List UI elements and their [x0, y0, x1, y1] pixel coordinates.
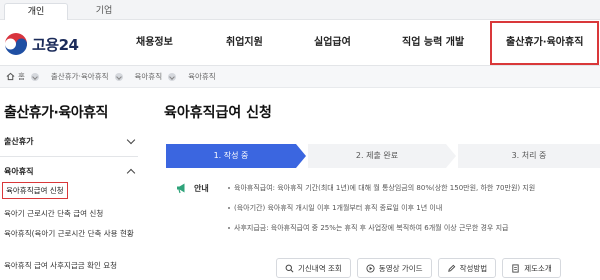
- progress-steps: 1. 작성 중 2. 제출 완료 3. 처리 중: [166, 144, 600, 168]
- breadcrumb-item[interactable]: 육아휴직: [188, 71, 216, 82]
- video-guide-button[interactable]: 동영상 가이드: [356, 258, 432, 278]
- play-circle-icon: [366, 263, 375, 273]
- breadcrumb-home[interactable]: 홈: [6, 71, 39, 82]
- taegeuk-logo-icon: [5, 33, 27, 55]
- user-type-tabs: 개인 기업: [0, 0, 600, 20]
- side-navigation: 출산휴가·육아휴직 출산휴가 육아휴직 육아휴직급여 신청 육아기 근로시간 단…: [0, 88, 138, 280]
- info-line: (육아기간) 육아휴직 개시일 이후 1개월부터 휴직 종료일 이후 1년 이내: [228, 203, 442, 213]
- breadcrumb-item[interactable]: 출산휴가·육아휴직: [51, 71, 123, 82]
- gnb-vocational-training[interactable]: 직업 능력 개발: [402, 20, 464, 66]
- chevron-down-icon: [126, 135, 136, 145]
- step-submitted: 2. 제출 완료: [308, 144, 446, 168]
- site-logo[interactable]: 고용24: [4, 32, 79, 56]
- gnb-employment-support[interactable]: 취업지원: [226, 20, 263, 66]
- gnb-maternity-parental-leave[interactable]: 출산휴가·육아휴직: [490, 21, 600, 65]
- history-lookup-button[interactable]: 기신내역 조회: [276, 258, 351, 278]
- logo-text: 고용24: [32, 35, 79, 54]
- side-menu-maternity-leave[interactable]: 출산휴가: [4, 135, 138, 147]
- pencil-icon: [447, 264, 455, 272]
- breadcrumb: 홈 출산휴가·육아휴직 육아휴직 육아휴직: [0, 66, 600, 88]
- home-icon: [6, 72, 15, 81]
- info-label: 안내: [176, 182, 209, 194]
- chevron-down-icon[interactable]: [114, 72, 123, 81]
- site-header: 고용24 채용정보 취업지원 실업급여 직업 능력 개발 출산휴가·육아휴직: [0, 20, 600, 66]
- tab-business[interactable]: 기업: [72, 3, 136, 20]
- info-box: 안내 육아휴직급여: 육아휴직 기간(최대 1년)에 대해 월 통상임금의 80…: [166, 176, 600, 262]
- search-icon: [285, 264, 294, 272]
- step-writing: 1. 작성 중: [166, 144, 296, 168]
- divider: [0, 156, 138, 157]
- page-title: 육아휴직급여 신청: [164, 105, 272, 121]
- info-line: 육아휴직급여: 육아휴직 기간(최대 1년)에 대해 월 통상임금의 80%(상…: [228, 183, 535, 193]
- how-to-write-button[interactable]: 작성방법: [437, 258, 497, 278]
- side-sub-usage-status[interactable]: 육아휴직(육아기 근로시간 단축 사용 현황: [4, 228, 134, 239]
- side-sub-parental-benefit-apply[interactable]: 육아휴직급여 신청: [2, 182, 68, 199]
- main-content: 육아휴직급여 신청 1. 작성 중 2. 제출 완료 3. 처리 중 안내 육아…: [158, 88, 600, 280]
- step-processing: 3. 처리 중: [458, 144, 600, 168]
- side-title: 출산휴가·육아휴직: [4, 105, 108, 121]
- document-icon: [512, 263, 519, 273]
- breadcrumb-item[interactable]: 육아휴직: [135, 71, 177, 82]
- side-sub-deferred-payment[interactable]: 육아휴직 급여 사후지급금 확인 요청: [4, 260, 117, 271]
- gnb-job-info[interactable]: 채용정보: [136, 20, 173, 66]
- tab-personal[interactable]: 개인: [4, 3, 68, 20]
- chevron-up-icon: [126, 168, 136, 178]
- step-arrow-icon: [446, 144, 456, 168]
- gnb-unemployment-benefit[interactable]: 실업급여: [314, 20, 351, 66]
- side-menu-parental-leave[interactable]: 육아휴직: [4, 166, 138, 178]
- footer-actions: 기신내역 조회 동영상 가이드 작성방법 제도소개: [276, 258, 600, 280]
- step-arrow-icon: [296, 144, 306, 168]
- breadcrumb-separator-icon: [30, 72, 39, 81]
- chevron-down-icon[interactable]: [168, 72, 177, 81]
- info-line: 사후지급금: 육아휴직급여 중 25%는 휴직 후 사업장에 복직하여 6개월 …: [228, 223, 508, 233]
- side-sub-reduced-hours-benefit[interactable]: 육아기 근로시간 단축 급여 신청: [4, 208, 103, 219]
- system-intro-button[interactable]: 제도소개: [502, 258, 561, 278]
- megaphone-icon: [177, 183, 185, 194]
